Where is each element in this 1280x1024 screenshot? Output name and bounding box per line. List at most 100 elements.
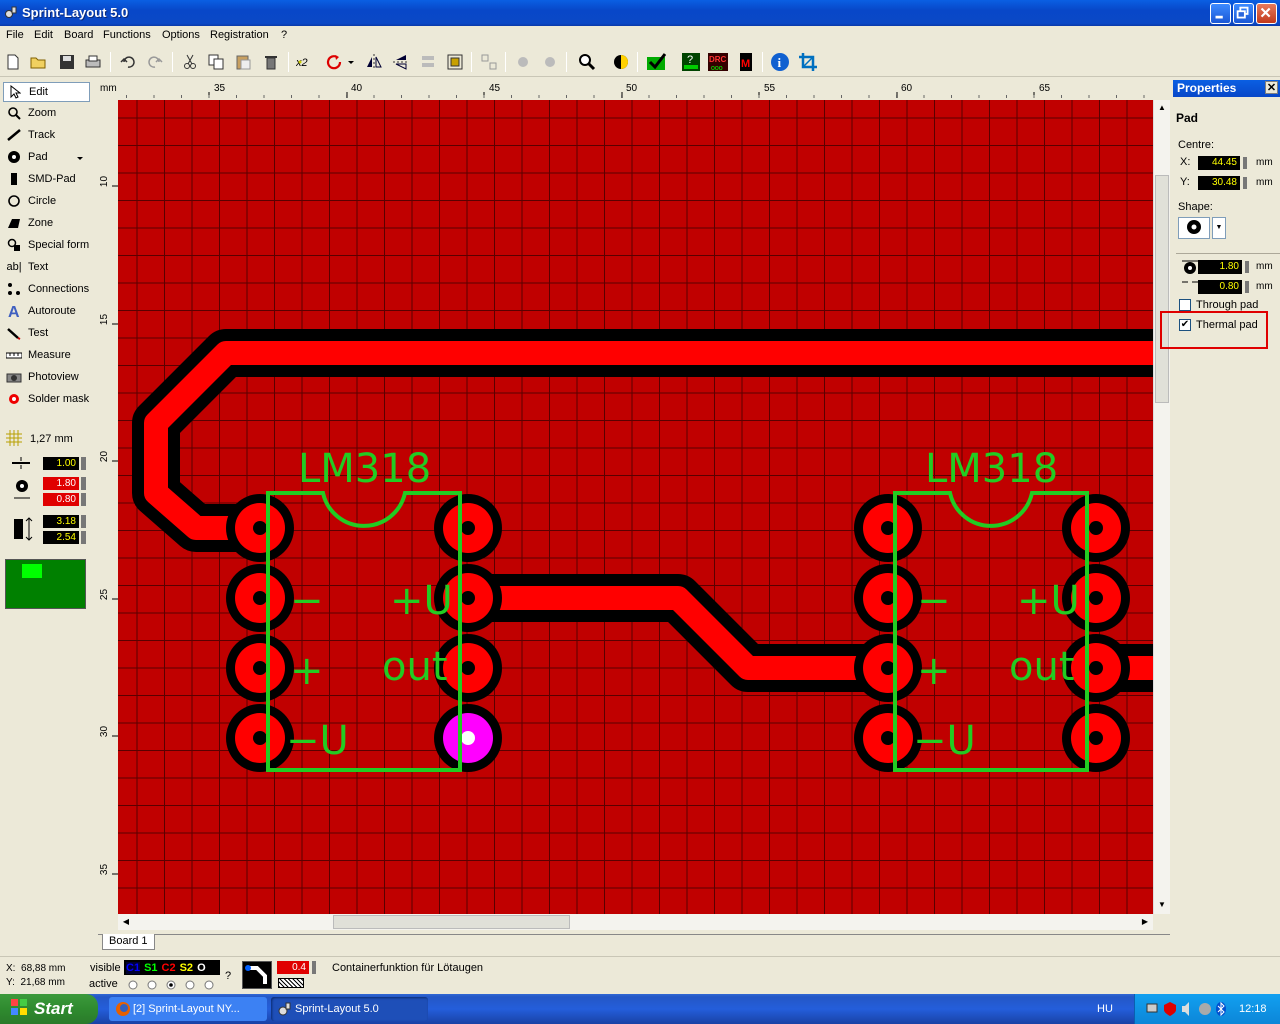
macro-icon[interactable]: M	[735, 51, 757, 73]
pad[interactable]	[854, 634, 922, 702]
smd-width-spinner[interactable]	[81, 515, 86, 528]
scroll-left-arrow[interactable]: ◀	[119, 915, 133, 929]
pad[interactable]	[434, 494, 502, 562]
lock-icon[interactable]	[512, 51, 534, 73]
pad-outer-spinner[interactable]	[1245, 261, 1249, 273]
zoom-icon[interactable]	[576, 51, 598, 73]
selected-pad[interactable]	[434, 704, 502, 772]
layer-help[interactable]: ?	[225, 970, 231, 982]
info-icon[interactable]: i	[769, 51, 791, 73]
tool-smd-pad[interactable]: SMD-Pad	[3, 169, 90, 189]
horizontal-scrollbar[interactable]: ◀ ▶	[118, 914, 1153, 930]
pcb-canvas[interactable]: LM318 − + −U +U out LM318 − + −U +U out	[118, 100, 1153, 914]
shape-select[interactable]	[1178, 217, 1210, 239]
menu-file[interactable]: File	[6, 29, 24, 41]
tool-text[interactable]: ab| Text	[3, 257, 90, 277]
track-width-spinner[interactable]	[81, 457, 86, 470]
save-icon[interactable]	[56, 51, 78, 73]
open-folder-icon[interactable]	[28, 51, 50, 73]
pad-outer-value[interactable]: 1.80	[43, 477, 79, 490]
through-pad-option[interactable]: Through pad	[1179, 298, 1258, 312]
routing-mode-button[interactable]	[242, 961, 272, 989]
routing-spinner[interactable]	[312, 961, 316, 974]
hatch-pattern-icon[interactable]	[278, 978, 304, 988]
undo-icon[interactable]	[117, 51, 139, 73]
tool-solder-mask[interactable]: Solder mask	[3, 389, 90, 409]
new-file-icon[interactable]	[2, 51, 24, 73]
routing-value[interactable]: 0.4	[277, 961, 309, 974]
paste-icon[interactable]	[232, 51, 254, 73]
double-grid-icon[interactable]: x2	[295, 51, 317, 73]
security-shield-icon[interactable]	[1163, 1001, 1177, 1020]
pad-inner-spinner[interactable]	[81, 493, 86, 506]
close-icon[interactable]: ✕	[1265, 81, 1278, 94]
tool-track[interactable]: Track	[3, 125, 90, 145]
ungroup-icon[interactable]	[478, 51, 500, 73]
pad-inner-spinner[interactable]	[1245, 281, 1249, 293]
smd-width-value[interactable]: 3.18	[43, 515, 79, 528]
drc-icon[interactable]: DRC ooo	[707, 51, 729, 73]
layer-c1[interactable]: C1	[126, 961, 141, 974]
menu-options[interactable]: Options	[162, 29, 200, 41]
taskbar-item-sprint-layout[interactable]: Sprint-Layout 5.0	[271, 997, 428, 1021]
tool-test[interactable]: Test	[3, 323, 90, 343]
mirror-vertical-icon[interactable]	[390, 51, 412, 73]
vertical-scrollbar[interactable]: ▲ ▼	[1153, 100, 1170, 914]
smd-height-value[interactable]: 2.54	[43, 531, 79, 544]
mirror-horizontal-icon[interactable]	[363, 51, 385, 73]
contrast-icon[interactable]	[610, 51, 632, 73]
grid-setting[interactable]: 1,27 mm	[3, 429, 91, 448]
checkmark-board-icon[interactable]	[645, 51, 667, 73]
board-preview[interactable]	[5, 559, 86, 609]
pad-dropdown-icon[interactable]	[77, 152, 83, 164]
centre-x-spinner[interactable]	[1243, 157, 1247, 169]
menu-board[interactable]: Board	[64, 29, 93, 41]
centre-x-value[interactable]: 44.45	[1198, 156, 1240, 170]
pad[interactable]	[226, 704, 294, 772]
copper-track[interactable]	[144, 341, 1153, 540]
start-button[interactable]: Start	[0, 994, 98, 1024]
pad-inner-value[interactable]: 0.80	[43, 493, 79, 506]
menu-functions[interactable]: Functions	[103, 29, 151, 41]
tool-connections[interactable]: Connections	[3, 279, 90, 299]
layer-visibility[interactable]: C1 S1 C2 S2 O	[124, 960, 220, 975]
copy-icon[interactable]	[205, 51, 227, 73]
network-icon[interactable]	[1145, 1001, 1159, 1020]
menu-help[interactable]: ?	[281, 29, 287, 41]
tool-autoroute[interactable]: A Autoroute	[3, 301, 90, 321]
delete-icon[interactable]	[260, 51, 282, 73]
rotate-icon[interactable]	[324, 51, 346, 73]
centre-y-value[interactable]: 30.48	[1198, 176, 1240, 190]
crop-icon[interactable]	[797, 51, 819, 73]
print-icon[interactable]	[82, 51, 104, 73]
group-icon[interactable]	[444, 51, 466, 73]
layer-s1[interactable]: S1	[144, 962, 157, 974]
restore-button[interactable]	[1233, 3, 1254, 24]
scroll-up-arrow[interactable]: ▲	[1155, 101, 1169, 115]
pad[interactable]	[1062, 704, 1130, 772]
close-button[interactable]	[1256, 3, 1277, 24]
pad[interactable]	[226, 494, 294, 562]
pad[interactable]	[854, 704, 922, 772]
track-width-value[interactable]: 1.00	[43, 457, 79, 470]
minimize-button[interactable]	[1210, 3, 1231, 24]
shape-dropdown-button[interactable]: ▼	[1212, 217, 1226, 239]
rotate-dropdown-icon[interactable]	[345, 51, 357, 73]
tool-zoom[interactable]: Zoom	[3, 103, 90, 123]
unlock-icon[interactable]	[539, 51, 561, 73]
pad-outer-diameter[interactable]: 1.80	[1198, 260, 1242, 274]
menu-edit[interactable]: Edit	[34, 29, 53, 41]
help-board-icon[interactable]: ?	[680, 51, 702, 73]
update-icon[interactable]	[1198, 1001, 1212, 1020]
tool-pad[interactable]: Pad	[3, 147, 90, 167]
layer-c2[interactable]: C2	[162, 962, 176, 974]
smd-height-spinner[interactable]	[81, 531, 86, 544]
layer-o[interactable]: O	[197, 962, 206, 974]
tool-edit[interactable]: Edit	[3, 82, 90, 102]
scroll-right-arrow[interactable]: ▶	[1138, 915, 1152, 929]
scroll-down-arrow[interactable]: ▼	[1155, 898, 1169, 912]
tool-measure[interactable]: Measure	[3, 345, 90, 365]
bluetooth-icon[interactable]	[1215, 1001, 1227, 1020]
cut-icon[interactable]	[179, 51, 201, 73]
pad-outer-spinner[interactable]	[81, 477, 86, 490]
